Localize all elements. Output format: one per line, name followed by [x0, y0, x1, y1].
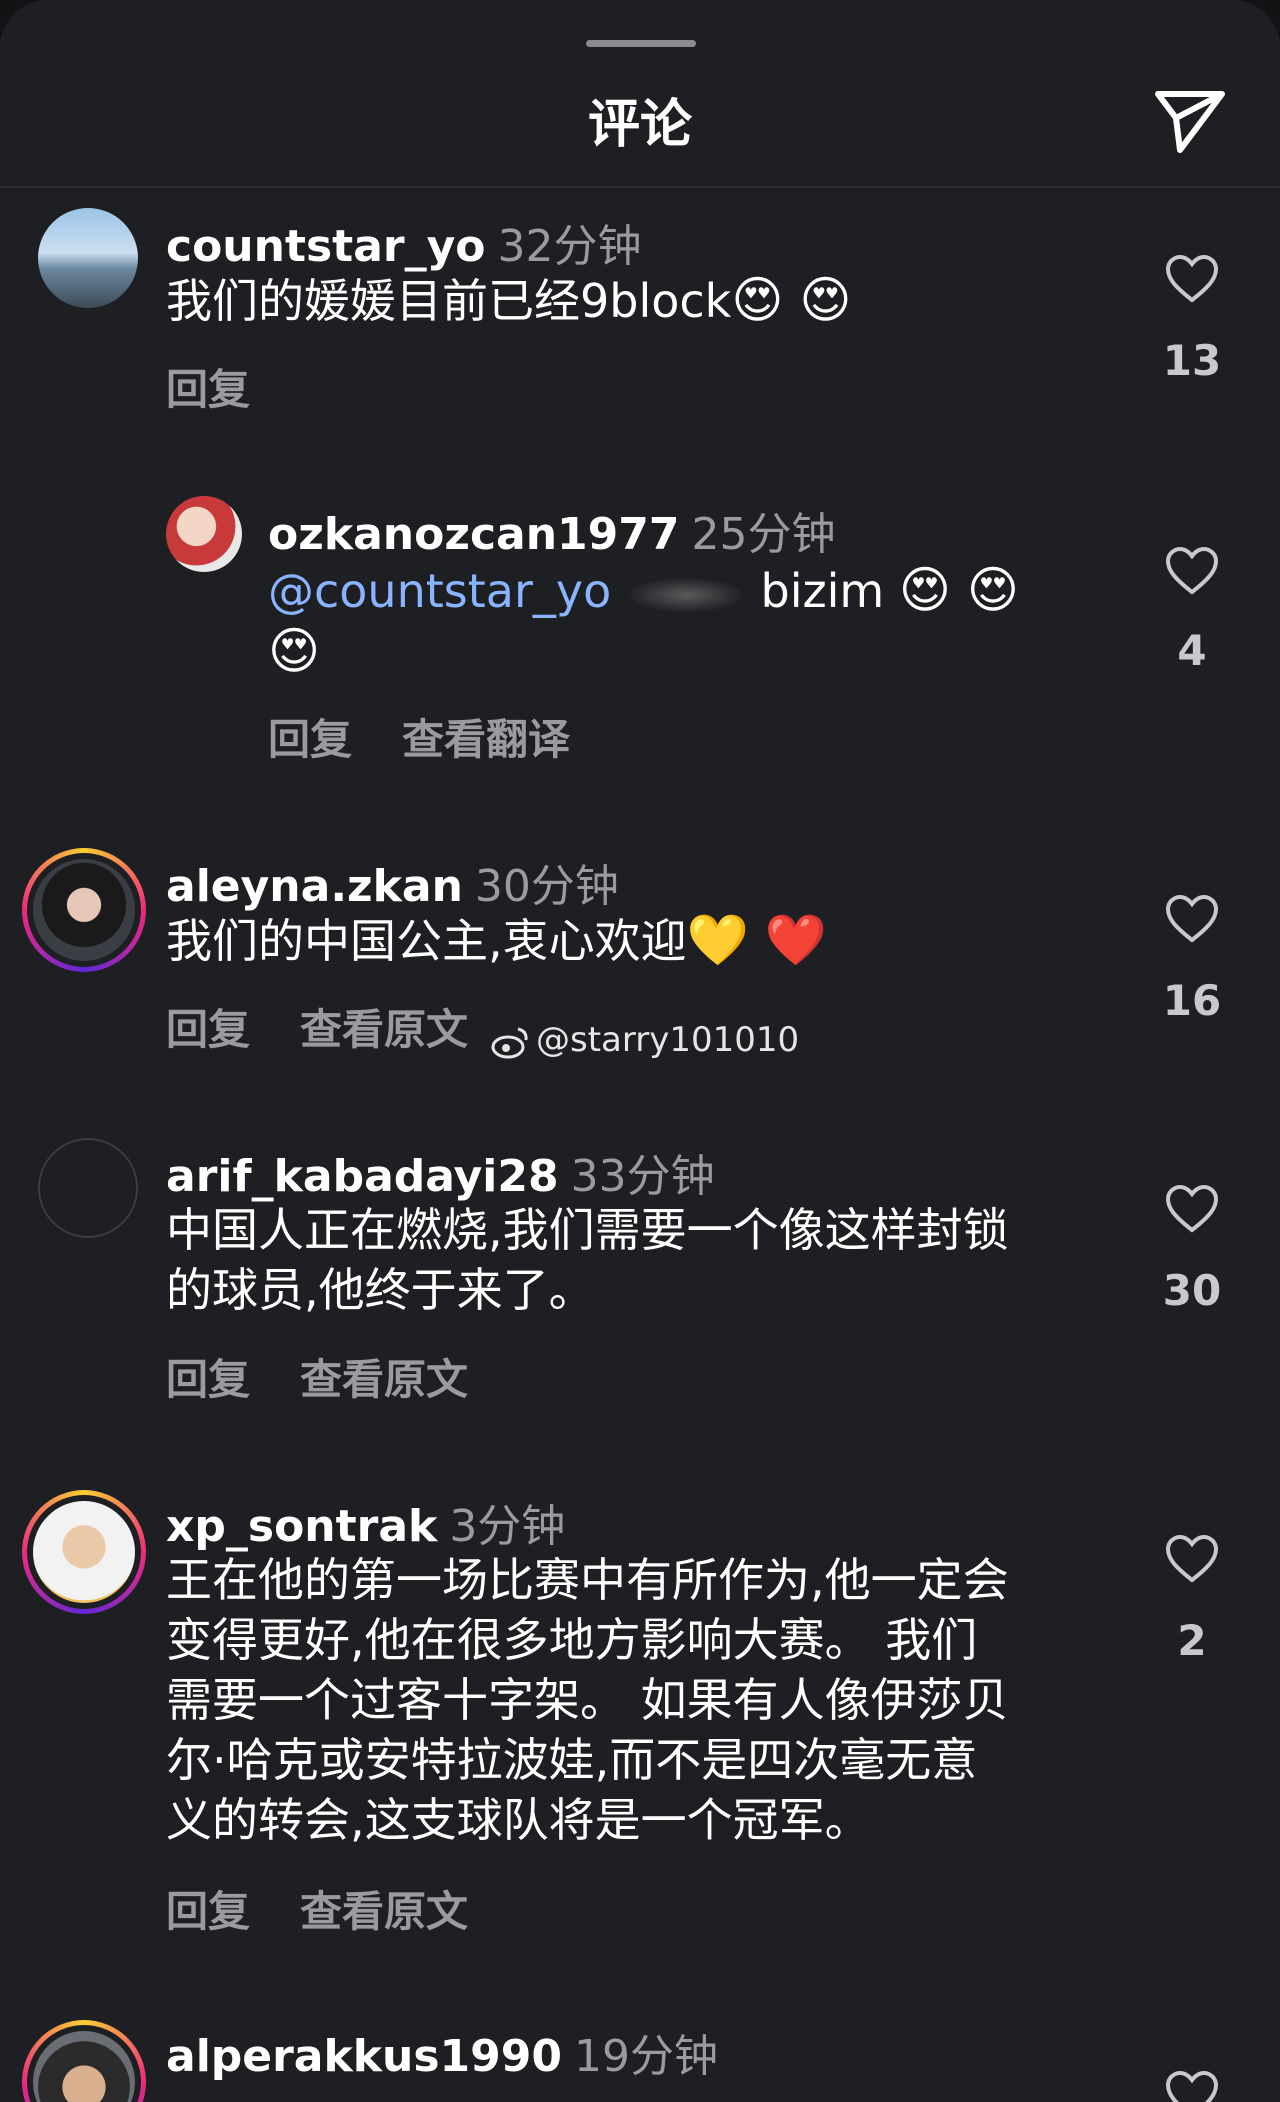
like-count: 30 [1162, 1266, 1222, 1315]
avatar[interactable] [38, 1138, 138, 1238]
reply-button[interactable]: 回复 [166, 1355, 250, 1404]
comment-username[interactable]: xp_sontrak 3分钟 [166, 1490, 565, 1554]
avatar [33, 2031, 135, 2102]
comment-actions: 回复 查看翻译 [268, 706, 620, 767]
reply-button[interactable]: 回复 [166, 365, 250, 414]
comment-username[interactable]: countstar_yo 32分钟 [166, 210, 642, 274]
heart-icon[interactable] [1164, 546, 1220, 596]
see-translation-button[interactable]: 查看翻译 [402, 715, 570, 764]
heart-eyes-emoji: 😍 😍 [898, 561, 1019, 619]
watermark: @starry101010 [490, 1020, 799, 1060]
comment-actions: 回复 查看原文 [166, 996, 518, 1057]
see-original-button[interactable]: 查看原文 [300, 1355, 468, 1404]
heart-icon[interactable] [1164, 254, 1220, 304]
comment-text: @countstar_yo bizim 😍 😍 😍 [268, 561, 1019, 680]
like-count: 4 [1177, 626, 1207, 675]
comment-text: 王在他的第一场比赛中有所作为,他一定会 变得更好,他在很多地方影响大赛。 我们 … [166, 1553, 1009, 1847]
heart-eyes-emoji: 😍 😍 [731, 271, 852, 329]
heart-icon[interactable] [1164, 1184, 1220, 1234]
avatar [33, 1501, 135, 1603]
avatar[interactable] [38, 208, 138, 308]
comment-time: 19分钟 [574, 2031, 718, 2082]
send-icon[interactable] [1150, 82, 1230, 162]
comments-sheet: 评论 countstar_yo 32分钟 我们的媛媛目前已经9block😍 😍 回… [0, 0, 1280, 2102]
story-ring[interactable] [22, 2020, 146, 2102]
reply-button[interactable]: 回复 [166, 1005, 250, 1054]
avatar[interactable] [166, 496, 242, 572]
comment-time: 3分钟 [449, 1501, 566, 1552]
heart-eyes-emoji: 😍 [268, 622, 321, 680]
comment-username[interactable]: arif_kabadayi28 33分钟 [166, 1140, 715, 1204]
hearts-emoji: 💛 ❤️ [686, 911, 828, 969]
see-original-button[interactable]: 查看原文 [300, 1887, 468, 1936]
drag-handle[interactable] [586, 40, 696, 47]
comment-username[interactable]: aleyna.zkan 30分钟 [166, 850, 619, 914]
heart-icon[interactable] [1164, 1534, 1220, 1584]
like-count: 16 [1162, 976, 1222, 1025]
comment-actions: 回复 查看原文 [166, 1346, 518, 1407]
see-original-button[interactable]: 查看原文 [300, 1005, 468, 1054]
comment-actions: 回复 查看原文 [166, 1878, 518, 1939]
comment-text: 我们的媛媛目前已经9block😍 😍 [166, 271, 852, 329]
story-ring[interactable] [22, 1490, 146, 1614]
heart-icon[interactable] [1164, 2070, 1220, 2102]
comment-time: 32分钟 [497, 221, 642, 272]
mention-link[interactable]: @countstar_yo [268, 564, 611, 618]
weibo-icon [491, 1027, 528, 1058]
heart-icon[interactable] [1164, 894, 1220, 944]
comment-username[interactable]: ozkanozcan1977 25分钟 [268, 498, 836, 562]
like-count: 2 [1177, 1616, 1207, 1665]
page-title: 评论 [587, 95, 692, 155]
reply-button[interactable]: 回复 [166, 1887, 250, 1936]
comment-text: 我们的中国公主,衷心欢迎💛 ❤️ [166, 911, 828, 969]
comment-time: 30分钟 [474, 861, 619, 912]
blurred-text [625, 576, 746, 613]
header-divider [0, 186, 1280, 188]
comment-username[interactable]: alperakkus1990 19分钟 [166, 2020, 718, 2084]
story-ring[interactable] [22, 848, 146, 972]
avatar [33, 859, 135, 961]
comment-time: 33分钟 [570, 1151, 715, 1202]
comment-actions: 回复 [166, 356, 300, 417]
comment-text: 中国人正在燃烧,我们需要一个像这样封锁 的球员,他终于来了。 [166, 1203, 1009, 1317]
comment-time: 25分钟 [691, 509, 836, 560]
like-count: 13 [1162, 336, 1222, 385]
reply-button[interactable]: 回复 [268, 715, 352, 764]
